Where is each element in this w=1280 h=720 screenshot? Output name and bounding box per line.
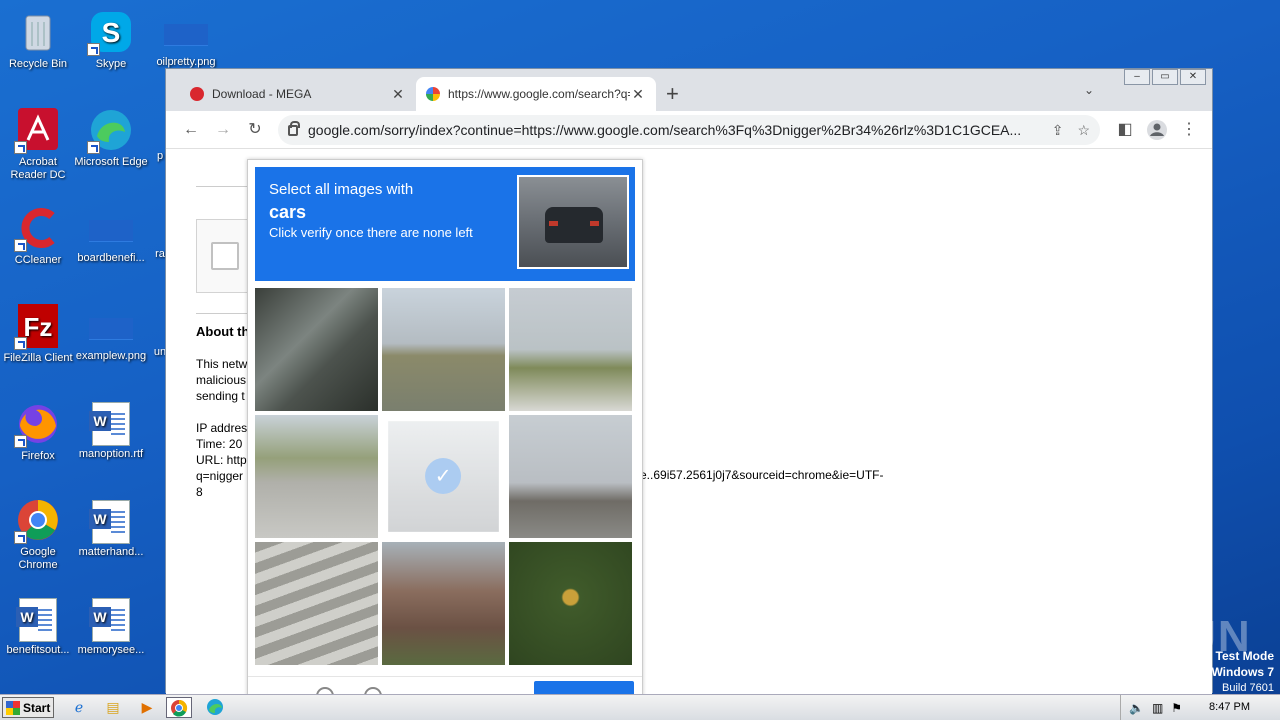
- svg-text:S: S: [102, 17, 121, 48]
- captcha-image-grid: ✓: [255, 288, 635, 668]
- minimize-button[interactable]: ‒: [1124, 69, 1150, 85]
- checkmark-icon: ✓: [425, 458, 462, 495]
- captcha-tile[interactable]: [255, 542, 378, 665]
- maximize-button[interactable]: ▭: [1152, 69, 1178, 85]
- captcha-footer: [248, 676, 642, 694]
- internet-explorer-icon[interactable]: ℯ: [66, 697, 92, 718]
- audio-challenge-icon[interactable]: [316, 687, 334, 694]
- close-tab-icon[interactable]: ✕: [630, 86, 646, 103]
- memorysee-doc-icon[interactable]: W memorysee...: [73, 596, 149, 657]
- share-icon[interactable]: ⇪: [1052, 122, 1064, 139]
- recaptcha-checkbox[interactable]: [211, 242, 239, 270]
- test-mode-label: Test Mode Windows 7 Build 7601: [1211, 649, 1274, 694]
- captcha-tile[interactable]: [509, 415, 632, 538]
- captcha-tile[interactable]: [382, 542, 505, 665]
- examplew-file-icon[interactable]: examplew.png: [73, 302, 149, 363]
- side-panel-icon[interactable]: ◧: [1114, 119, 1136, 141]
- captcha-tile[interactable]: [382, 288, 505, 411]
- captcha-tile[interactable]: [509, 288, 632, 411]
- tab-strip: Download - MEGA ✕ https://www.google.com…: [166, 69, 1212, 111]
- google-favicon-icon: [426, 87, 440, 101]
- address-bar[interactable]: google.com/sorry/index?continue=https://…: [278, 115, 1100, 145]
- firefox-icon[interactable]: Firefox: [0, 400, 76, 463]
- action-center-flag-icon[interactable]: ⚑: [1171, 701, 1182, 715]
- about-heading: About th: [196, 324, 250, 339]
- verify-button[interactable]: [534, 681, 634, 694]
- skype-icon[interactable]: S Skype: [73, 8, 149, 71]
- reload-challenge-icon[interactable]: [266, 687, 284, 694]
- svg-text:Fz: Fz: [24, 312, 53, 342]
- explorer-folder-icon[interactable]: ▤: [100, 697, 126, 718]
- matterhand-doc-icon[interactable]: W matterhand...: [73, 498, 149, 559]
- taskbar: Start ℯ ▤ ▶ 🔈 ▥ ⚑ 8:47 PM: [0, 694, 1280, 720]
- filezilla-icon[interactable]: Fz FileZilla Client: [0, 302, 76, 365]
- menu-kebab-icon[interactable]: ⋮: [1178, 119, 1200, 141]
- captcha-header: Select all images with cars Click verify…: [255, 167, 635, 281]
- chrome-taskbar-icon[interactable]: [166, 697, 192, 718]
- google-chrome-icon[interactable]: Google Chrome: [0, 496, 76, 572]
- windows-flag-icon: [6, 700, 20, 715]
- close-tab-icon[interactable]: ✕: [390, 86, 406, 103]
- media-player-icon[interactable]: ▶: [134, 697, 160, 718]
- back-arrow-icon[interactable]: ←: [180, 119, 202, 141]
- oilpretty-file-icon[interactable]: oilpretty.png: [148, 8, 224, 69]
- manoption-rtf-icon[interactable]: W manoption.rtf: [73, 400, 149, 461]
- tab-google-search[interactable]: https://www.google.com/search?q= ✕: [416, 77, 656, 111]
- edge-taskbar-icon[interactable]: [202, 697, 228, 718]
- captcha-tile[interactable]: [255, 415, 378, 538]
- captcha-tile[interactable]: [255, 288, 378, 411]
- request-details: IP addres Time: 20 URL: http q=nigger 8: [196, 421, 248, 499]
- acrobat-reader-icon[interactable]: Acrobat Reader DC: [0, 106, 76, 182]
- new-tab-button[interactable]: +: [666, 81, 679, 107]
- boardbenefi-file-icon[interactable]: boardbenefi...: [73, 204, 149, 265]
- recycle-bin-icon[interactable]: Recycle Bin: [0, 8, 76, 71]
- reload-icon[interactable]: ↻: [244, 119, 266, 141]
- tab-search-chevron-icon[interactable]: ⌄: [1084, 83, 1094, 97]
- chrome-window: Download - MEGA ✕ https://www.google.com…: [165, 68, 1213, 694]
- tab-mega[interactable]: Download - MEGA ✕: [180, 77, 416, 111]
- request-url-tail: e..69i57.2561j0j7&sourceid=chrome&ie=UTF…: [640, 468, 884, 482]
- network-paragraph: This netw malicious sending t: [196, 357, 248, 403]
- forward-arrow-icon[interactable]: →: [212, 119, 234, 141]
- clock[interactable]: 8:47 PM: [1209, 701, 1250, 713]
- speaker-icon[interactable]: 🔈: [1129, 701, 1144, 715]
- network-icon[interactable]: ▥: [1152, 701, 1163, 715]
- captcha-sample-image: [517, 175, 629, 269]
- captcha-challenge: Select all images with cars Click verify…: [247, 159, 643, 694]
- captcha-tile[interactable]: ✓: [388, 421, 499, 532]
- info-icon[interactable]: [364, 687, 382, 694]
- close-window-button[interactable]: ✕: [1180, 69, 1206, 85]
- start-button[interactable]: Start: [2, 697, 54, 718]
- bookmark-star-icon[interactable]: ☆: [1077, 122, 1090, 139]
- ccleaner-icon[interactable]: CCleaner: [0, 204, 76, 267]
- captcha-tile[interactable]: [509, 542, 632, 665]
- profile-avatar-icon[interactable]: [1146, 119, 1168, 141]
- system-tray: 🔈 ▥ ⚑ 8:47 PM: [1120, 695, 1280, 720]
- microsoft-edge-icon[interactable]: Microsoft Edge: [73, 106, 149, 169]
- mega-favicon-icon: [190, 87, 204, 101]
- lock-icon[interactable]: [288, 120, 300, 136]
- browser-toolbar: ← → ↻ google.com/sorry/index?continue=ht…: [166, 111, 1212, 149]
- benefitsout-doc-icon[interactable]: W benefitsout...: [0, 596, 76, 657]
